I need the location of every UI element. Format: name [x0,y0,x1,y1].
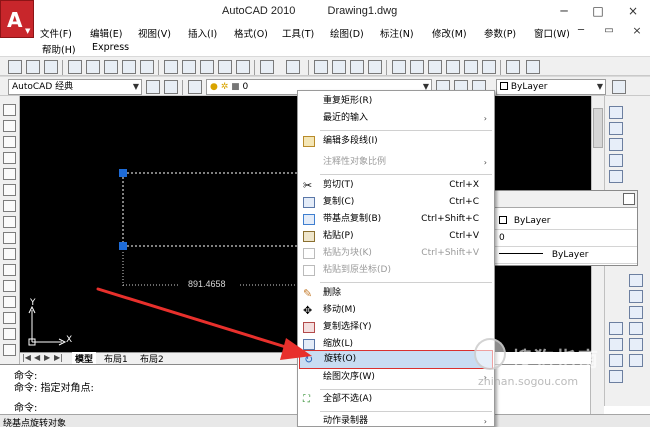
watermark-url: zhinan.sogou.com [478,375,579,388]
watermark-text: 搜狗指南 [512,347,600,371]
red-arrow-shaft [96,287,304,354]
watermark-logo-icon [474,338,506,370]
red-arrow-head [280,338,312,360]
